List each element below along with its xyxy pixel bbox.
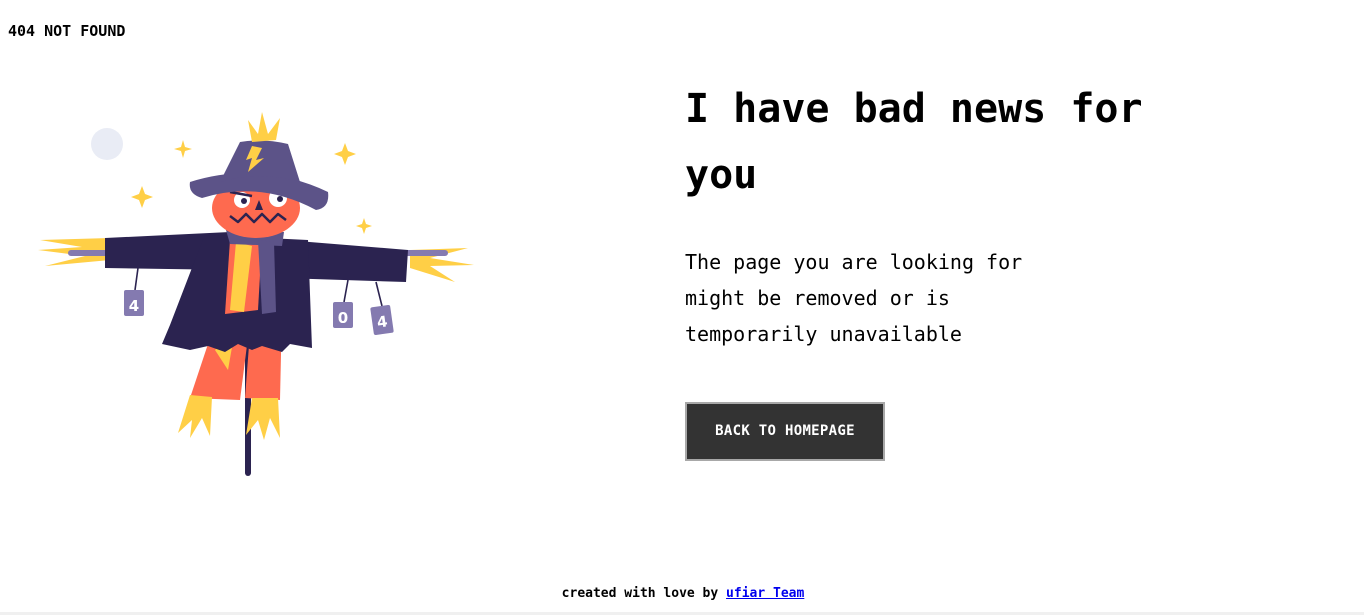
footer-credit-text: created with love by	[561, 586, 727, 601]
brand-title: 404 NOT FOUND	[8, 22, 126, 40]
back-to-homepage-button[interactable]: BACK TO HOMEPAGE	[685, 402, 885, 461]
not-found-page: 404 NOT FOUND 4 0 4 I have bad news for …	[0, 0, 1364, 615]
can-left: 4	[124, 267, 144, 316]
can-middle: 0	[333, 279, 353, 328]
can-digit: 4	[129, 297, 139, 315]
footer-team-link[interactable]: ufiar Team	[726, 586, 804, 601]
error-message: The page you are looking for might be re…	[685, 250, 1023, 346]
message-panel: I have bad news for you The page you are…	[685, 76, 1245, 461]
can-right: 4	[370, 281, 394, 335]
scarecrow-illustration: 4 0 4	[38, 112, 474, 476]
foot-straw	[178, 395, 280, 440]
moon-icon	[91, 128, 123, 160]
headline: I have bad news for you	[685, 86, 1143, 198]
can-digit: 0	[338, 309, 348, 327]
hat-straw	[248, 112, 280, 142]
footer: created with love by ufiar Team	[0, 586, 1364, 601]
